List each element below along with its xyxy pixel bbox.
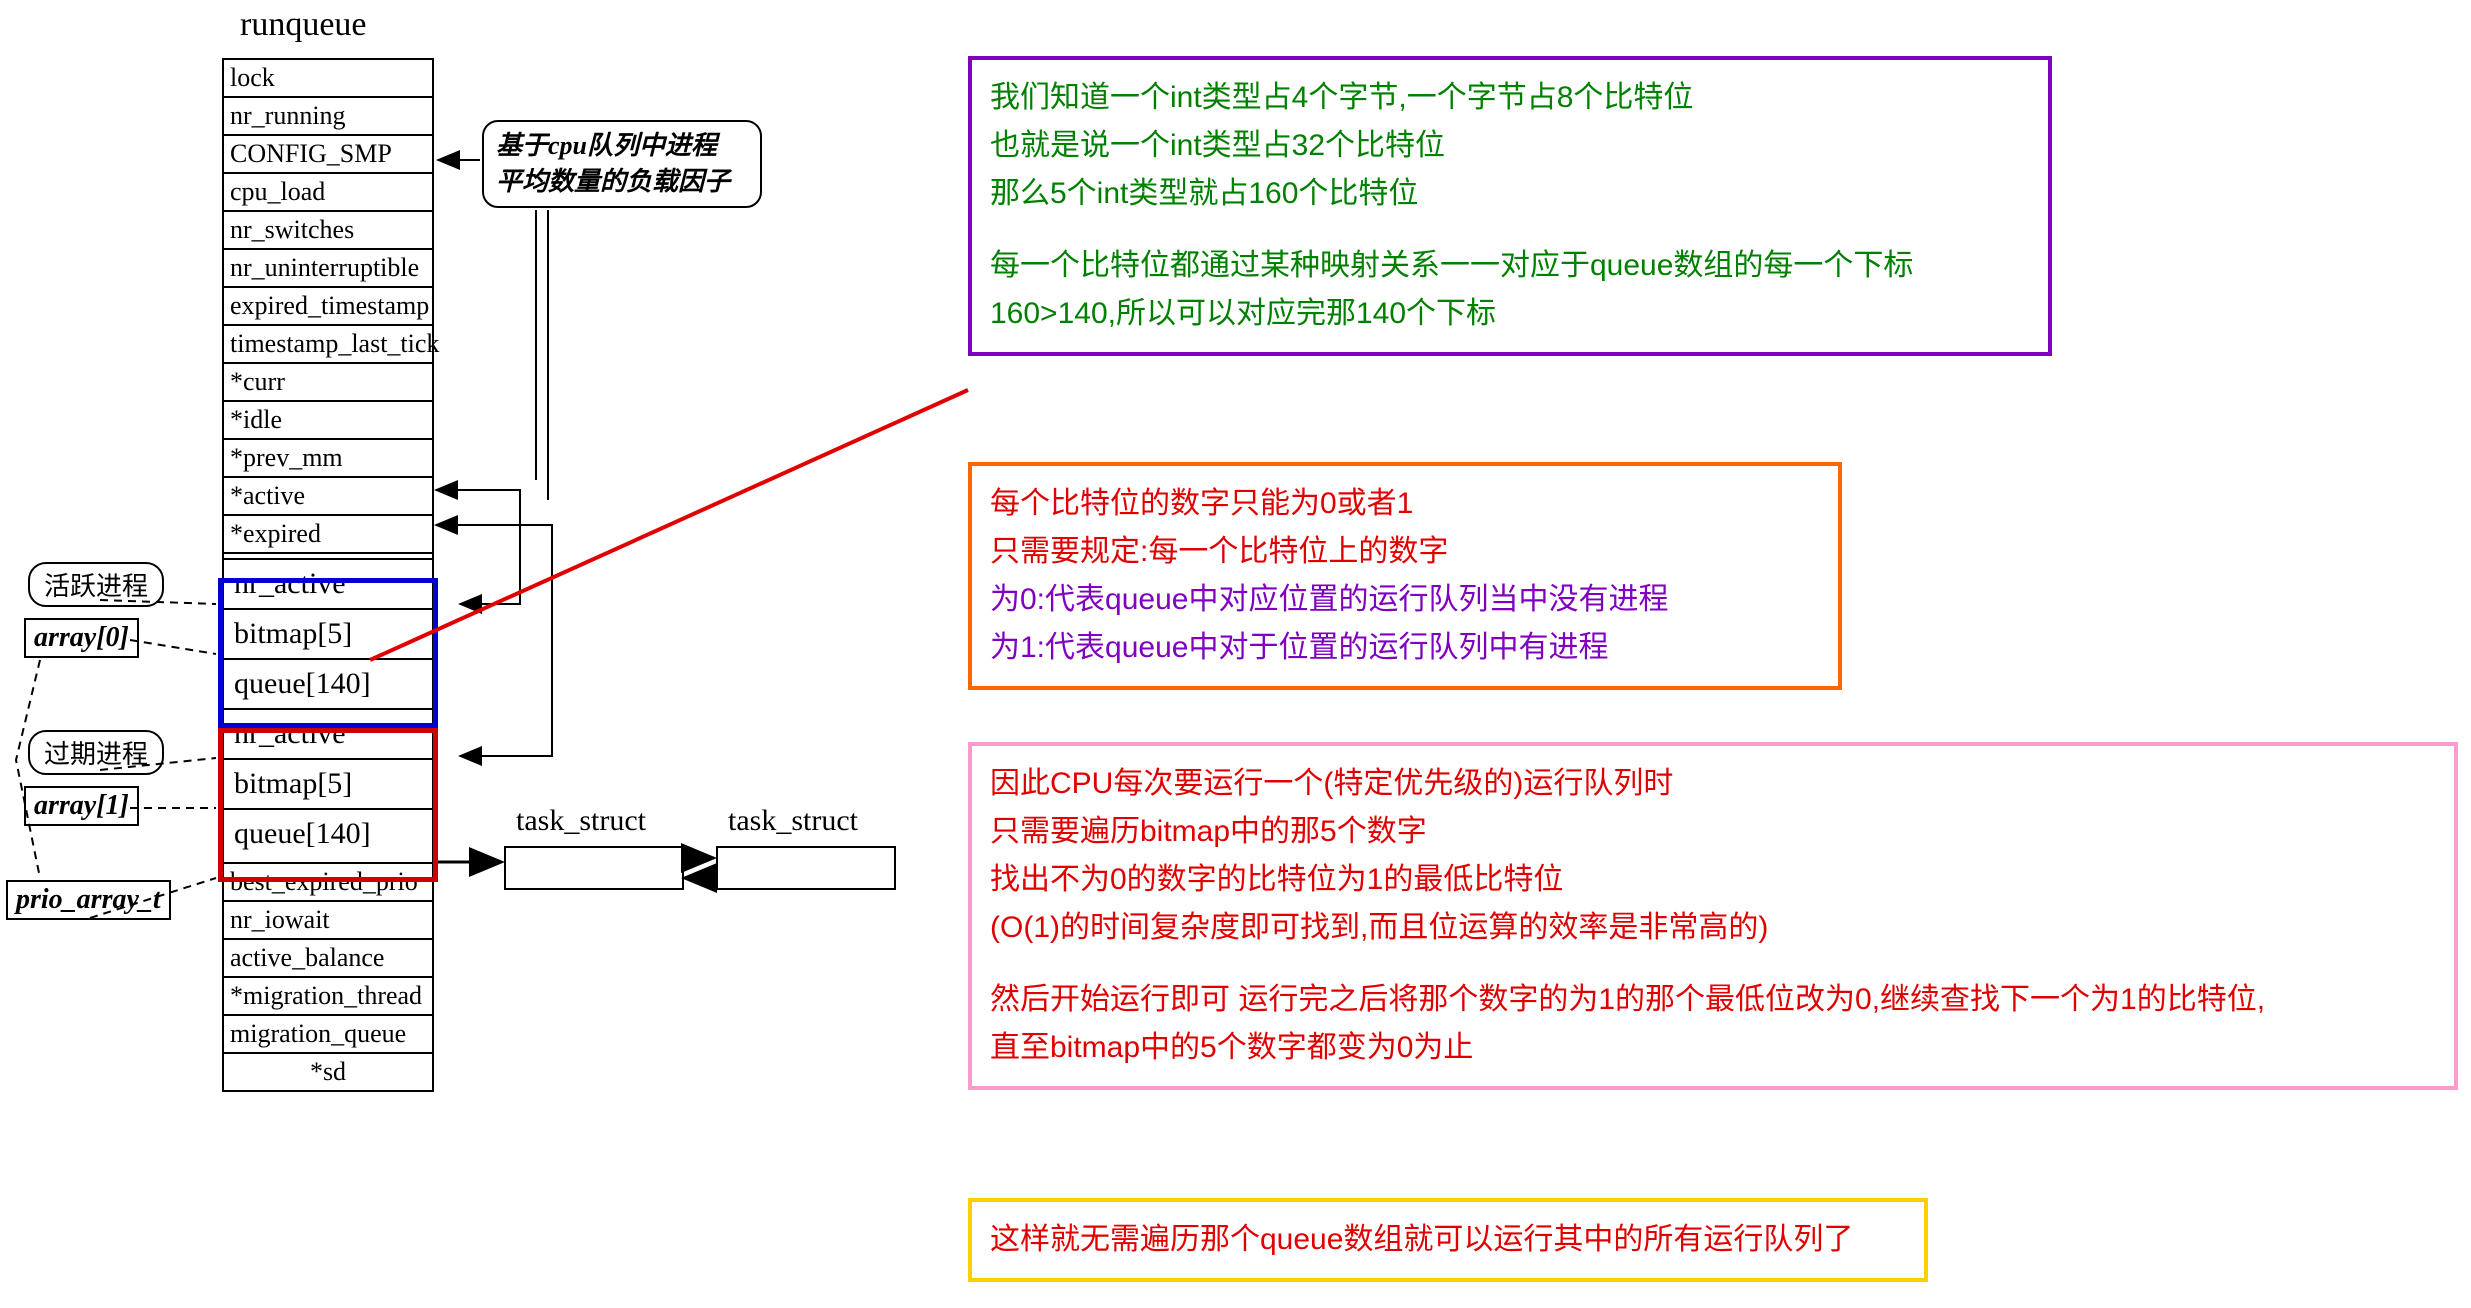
task-struct-label-2: task_struct [728, 804, 858, 838]
field-curr: *curr [224, 364, 432, 402]
runqueue-title: runqueue [240, 6, 367, 44]
array1-label: array[1] [24, 786, 139, 826]
note-orange: 每个比特位的数字只能为0或者1 只需要规定:每一个比特位上的数字 为0:代表qu… [968, 462, 1842, 690]
callout-line1: 基于cpu队列中进程 [496, 128, 748, 164]
diagram-canvas: runqueue lock nr_running CONFIG_SMP cpu_… [0, 0, 2471, 1308]
note-purple-l3: 那么5个int类型就占160个比特位 [990, 170, 2030, 218]
field-migration-thread: *migration_thread [224, 978, 432, 1016]
field-config-smp: CONFIG_SMP [224, 136, 432, 174]
array1-queue: queue[140] [224, 810, 432, 858]
spacer [990, 952, 2436, 976]
note-pink-l4: (O(1)的时间复杂度即可找到,而且位运算的效率是非常高的) [990, 904, 2436, 952]
prio-array-t-label: prio_array_t [6, 880, 171, 920]
task-struct-box-2 [716, 846, 896, 890]
array0-nr-active: nr_active [224, 560, 432, 610]
note-pink-l3: 找出不为0的数字的比特位为1的最低比特位 [990, 856, 2436, 904]
array0-queue: queue[140] [224, 660, 432, 710]
field-idle: *idle [224, 402, 432, 440]
field-migration-queue: migration_queue [224, 1016, 432, 1054]
note-yellow: 这样就无需遍历那个queue数组就可以运行其中的所有运行队列了 [968, 1198, 1928, 1282]
task-struct-label-1: task_struct [516, 804, 646, 838]
field-nr-running: nr_running [224, 98, 432, 136]
note-purple-l2: 也就是说一个int类型占32个比特位 [990, 122, 2030, 170]
active-proc-bubble: 活跃进程 [28, 562, 164, 607]
note-purple-l5: 160>140,所以可以对应完那140个下标 [990, 290, 2030, 338]
field-cpu-load: cpu_load [224, 174, 432, 212]
runqueue-struct: lock nr_running CONFIG_SMP cpu_load nr_s… [222, 58, 434, 1092]
field-timestamp-last-tick: timestamp_last_tick [224, 326, 432, 364]
cpu-load-callout: 基于cpu队列中进程 平均数量的负载因子 [482, 120, 762, 208]
note-purple-l1: 我们知道一个int类型占4个字节,一个字节占8个比特位 [990, 74, 2030, 122]
field-best-expired-prio: best_expired_prio [224, 864, 432, 902]
expired-proc-bubble: 过期进程 [28, 730, 164, 775]
task-struct-box-1 [504, 846, 684, 890]
field-lock: lock [224, 60, 432, 98]
note-pink: 因此CPU每次要运行一个(特定优先级的)运行队列时 只需要遍历bitmap中的那… [968, 742, 2458, 1090]
field-expired: *expired [224, 516, 432, 554]
note-pink-l5: 然后开始运行即可 运行完之后将那个数字的为1的那个最低位改为0,继续查找下一个为… [990, 976, 2436, 1024]
note-yellow-l1: 这样就无需遍历那个queue数组就可以运行其中的所有运行队列了 [990, 1216, 1906, 1264]
field-nr-iowait: nr_iowait [224, 902, 432, 940]
note-orange-l2: 只需要规定:每一个比特位上的数字 [990, 528, 1820, 576]
note-orange-l1: 每个比特位的数字只能为0或者1 [990, 480, 1820, 528]
array0-label: array[0] [24, 618, 139, 658]
note-pink-l1: 因此CPU每次要运行一个(特定优先级的)运行队列时 [990, 760, 2436, 808]
callout-line2: 平均数量的负载因子 [496, 164, 748, 200]
spacer [990, 218, 2030, 242]
field-active: *active [224, 478, 432, 516]
field-sd: *sd [224, 1054, 432, 1090]
field-prev-mm: *prev_mm [224, 440, 432, 478]
note-pink-l2: 只需要遍历bitmap中的那5个数字 [990, 808, 2436, 856]
note-orange-l4: 为1:代表queue中对于位置的运行队列中有进程 [990, 624, 1820, 672]
note-purple-l4: 每一个比特位都通过某种映射关系一一对应于queue数组的每一个下标 [990, 242, 2030, 290]
note-pink-l6: 直至bitmap中的5个数字都变为0为止 [990, 1024, 2436, 1072]
field-expired-timestamp: expired_timestamp [224, 288, 432, 326]
array1-nr-active: nr_active [224, 710, 432, 760]
array1-bitmap: bitmap[5] [224, 760, 432, 810]
note-orange-l3: 为0:代表queue中对应位置的运行队列当中没有进程 [990, 576, 1820, 624]
field-nr-switches: nr_switches [224, 212, 432, 250]
array0-bitmap: bitmap[5] [224, 610, 432, 660]
field-active-balance: active_balance [224, 940, 432, 978]
note-purple: 我们知道一个int类型占4个字节,一个字节占8个比特位 也就是说一个int类型占… [968, 56, 2052, 356]
field-nr-uninterruptible: nr_uninterruptible [224, 250, 432, 288]
